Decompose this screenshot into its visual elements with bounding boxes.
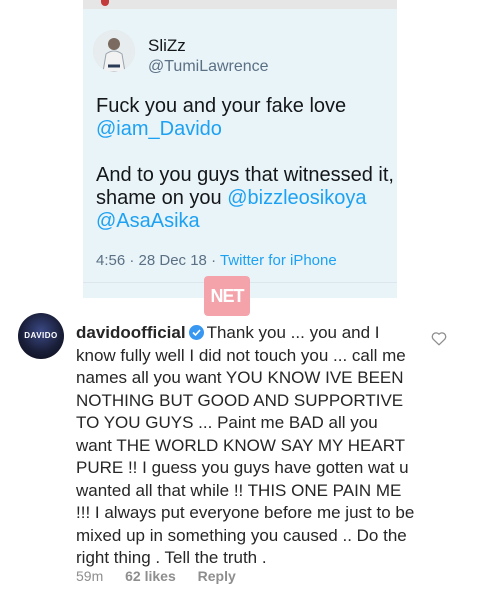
tweet-line-1: Fuck you and your fake love bbox=[96, 95, 347, 117]
comment-username[interactable]: davidoofficial bbox=[76, 323, 186, 342]
tweet-timestamp: 4:56 · 28 Dec 18 · Twitter for iPhone bbox=[96, 252, 337, 269]
avatar[interactable]: DAVIDO bbox=[18, 313, 64, 359]
avatar-logo-text: DAVIDO bbox=[24, 331, 58, 340]
comment-footer: 59m 62 likes Reply bbox=[76, 568, 254, 584]
reply-button[interactable]: Reply bbox=[198, 568, 236, 584]
comment-body: Thank you ... you and I know fully well … bbox=[76, 323, 415, 567]
mention-link[interactable]: @iam_Davido bbox=[96, 118, 222, 140]
heart-icon[interactable] bbox=[431, 331, 447, 346]
comment-age: 59m bbox=[76, 568, 104, 584]
mention-link[interactable]: @bizzleosikoya bbox=[227, 187, 366, 209]
tweet-screenshot: SliZz @TumiLawrence Fuck you and your fa… bbox=[83, 0, 397, 298]
tweet-body: Fuck you and your fake love @iam_Davido … bbox=[96, 95, 396, 233]
comment: davidoofficial Thank you ... you and I kn… bbox=[76, 322, 416, 570]
person-icon bbox=[93, 30, 135, 72]
tweet-source[interactable]: Twitter for iPhone bbox=[220, 252, 337, 269]
tweet-time: 4:56 · 28 Dec 18 · bbox=[96, 252, 220, 269]
tweet-avatar[interactable] bbox=[93, 30, 135, 72]
watermark-logo: NET bbox=[204, 276, 250, 316]
verified-badge-icon bbox=[188, 325, 204, 340]
tweet-top-strip bbox=[83, 0, 397, 9]
notification-dot bbox=[101, 0, 109, 6]
tweet-handle[interactable]: @TumiLawrence bbox=[148, 58, 269, 76]
likes-count[interactable]: 62 likes bbox=[125, 568, 176, 584]
tweet-display-name[interactable]: SliZz bbox=[148, 36, 186, 56]
mention-link[interactable]: @AsaAsika bbox=[96, 210, 200, 232]
watermark-text: NET bbox=[210, 286, 245, 306]
